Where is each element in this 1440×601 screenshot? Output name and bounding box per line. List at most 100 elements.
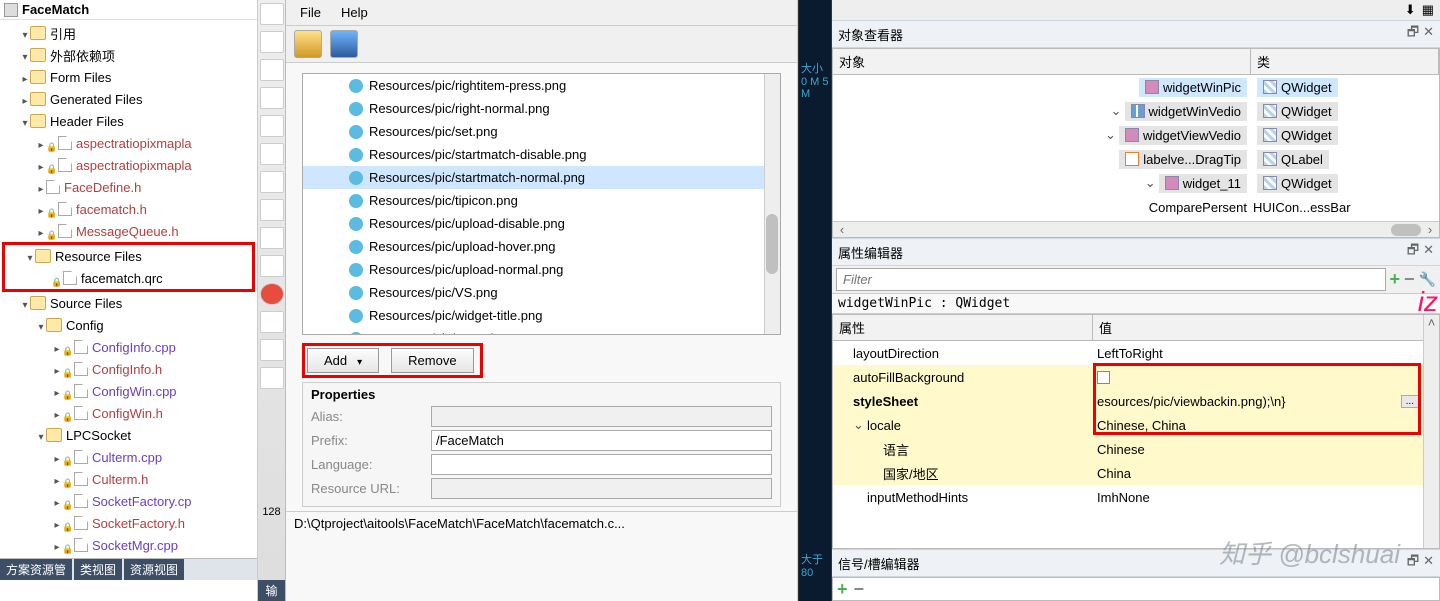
property-row[interactable]: layoutDirectionLeftToRight [833,341,1439,365]
remove-icon[interactable]: − [854,579,865,600]
expand-arrow-icon[interactable] [25,249,35,264]
inspector-row[interactable]: widgetViewVedioQWidget [833,123,1439,147]
expand-arrow-icon[interactable] [52,384,62,399]
tab-classview[interactable]: 类视图 [74,559,122,580]
resource-list-item[interactable]: Resources/pic/widget-title.png [303,304,780,327]
add-icon[interactable]: + [837,579,848,600]
resource-list-item[interactable]: Resources/pic/upload-normal.png [303,258,780,281]
layout-icon[interactable]: ▦ [1422,2,1434,18]
tree-item[interactable]: facematch.qrc [5,267,252,289]
toolbox-btn[interactable] [260,367,284,389]
scroll-left-icon[interactable]: ‹ [833,222,851,237]
toolbox-btn[interactable] [260,31,284,53]
record-icon[interactable] [260,283,284,305]
filter-input[interactable] [836,268,1386,291]
tree-item[interactable]: ConfigWin.cpp [0,380,257,402]
tree-item[interactable]: ConfigWin.h [0,402,257,424]
scroll-right-icon[interactable]: › [1421,222,1439,237]
expand-arrow-icon[interactable] [52,516,62,531]
toolbox-btn[interactable] [260,171,284,193]
resource-list-item[interactable]: Resources/pic/zoom in.png [303,327,780,335]
toolbox-btn[interactable] [260,59,284,81]
tree-item[interactable]: FaceDefine.h [0,176,257,198]
open-icon[interactable] [294,30,322,58]
resource-list-item[interactable]: Resources/pic/VS.png [303,281,780,304]
restore-icon[interactable]: 🗗 [1407,242,1419,257]
inspector-row[interactable]: labelve...DragTipQLabel [833,147,1439,171]
tree-item[interactable]: aspectratiopixmapla [0,132,257,154]
scrollbar-horizontal[interactable]: ‹ › [833,221,1439,237]
tree-item[interactable]: SocketFactory.h [0,512,257,534]
resource-list-item[interactable]: Resources/pic/upload-disable.png [303,212,780,235]
tree-item[interactable]: Config [0,314,257,336]
property-value[interactable]: ImhNone [1097,490,1150,505]
add-button[interactable]: Add [307,348,379,373]
expand-arrow-icon[interactable] [1111,103,1121,119]
expand-arrow-icon[interactable] [20,92,30,107]
expand-arrow-icon[interactable] [52,494,62,509]
expand-arrow-icon[interactable] [36,224,46,239]
close-icon[interactable]: ✕ [1423,553,1434,568]
toolbox-btn[interactable] [260,339,284,361]
property-row[interactable]: 语言Chinese [833,437,1439,461]
toolbox-btn[interactable] [260,143,284,165]
menu-help[interactable]: Help [335,4,374,21]
expand-arrow-icon[interactable] [853,417,863,433]
download-icon[interactable]: ⬇ [1405,2,1416,18]
scrollbar-vertical[interactable]: ˄ [1423,315,1439,548]
expand-arrow-icon[interactable] [20,296,30,311]
tree-item[interactable]: MessageQueue.h [0,220,257,242]
expand-arrow-icon[interactable] [52,472,62,487]
scrollbar-thumb[interactable] [766,214,778,274]
tree-item[interactable]: facematch.h [0,198,257,220]
toolbox-btn[interactable] [260,255,284,277]
close-icon[interactable]: ✕ [1423,242,1434,257]
expand-arrow-icon[interactable] [52,362,62,377]
property-row[interactable]: inputMethodHintsImhNone [833,485,1439,509]
toolbox-btn[interactable] [260,311,284,333]
inspector-row[interactable]: widget_11QWidget [833,171,1439,195]
object-inspector[interactable]: 对象 类 widgetWinPicQWidgetwidgetWinVedioQW… [832,48,1440,238]
expand-arrow-icon[interactable] [1105,127,1115,143]
resource-file-list[interactable]: Resources/pic/rightitem-press.pngResourc… [302,73,781,335]
inspector-row[interactable]: ComparePersentHUICon...essBar [833,195,1439,219]
property-table[interactable]: 属性 值 layoutDirectionLeftToRightautoFillB… [832,314,1440,549]
expand-arrow-icon[interactable] [20,70,30,85]
tree-item[interactable]: ConfigInfo.h [0,358,257,380]
toolbox-btn[interactable] [260,3,284,25]
resource-list-item[interactable]: Resources/pic/right-normal.png [303,97,780,120]
property-value[interactable]: Chinese [1097,442,1145,457]
expand-arrow-icon[interactable] [20,114,30,129]
tree-item[interactable]: Culterm.cpp [0,446,257,468]
project-tree[interactable]: 引用外部依赖项Form FilesGenerated FilesHeader F… [0,20,257,558]
tree-item[interactable]: Generated Files [0,88,257,110]
resource-list-item[interactable]: Resources/pic/rightitem-press.png [303,74,780,97]
expand-arrow-icon[interactable] [20,26,30,41]
tree-item[interactable]: ConfigInfo.cpp [0,336,257,358]
tree-item[interactable]: LPCSocket [0,424,257,446]
expand-arrow-icon[interactable] [36,202,46,217]
expand-arrow-icon[interactable] [52,340,62,355]
tree-item[interactable]: Source Files [0,292,257,314]
resource-list-item[interactable]: Resources/pic/tipicon.png [303,189,780,212]
tree-item[interactable]: Form Files [0,66,257,88]
toolbox-btn[interactable] [260,227,284,249]
property-row[interactable]: 国家/地区China [833,461,1439,485]
inspector-row[interactable]: widgetWinPicQWidget [833,75,1439,99]
resource-list-item[interactable]: Resources/pic/startmatch-normal.png [303,166,780,189]
resource-list-item[interactable]: Resources/pic/set.png [303,120,780,143]
tree-item[interactable]: 引用 [0,22,257,44]
toolbox-btn[interactable] [260,199,284,221]
project-bottom-tabs[interactable]: 方案资源管 类视图 资源视图 [0,558,257,580]
expand-arrow-icon[interactable] [20,48,30,63]
remove-icon[interactable]: − [1404,269,1415,290]
language-input[interactable] [431,454,772,475]
resource-list-item[interactable]: Resources/pic/upload-hover.png [303,235,780,258]
property-value[interactable]: China [1097,466,1131,481]
restore-icon[interactable]: 🗗 [1407,24,1419,39]
property-value[interactable]: LeftToRight [1097,346,1163,361]
expand-arrow-icon[interactable] [36,136,46,151]
tree-item[interactable]: SocketFactory.cp [0,490,257,512]
tab-solution[interactable]: 方案资源管 [0,559,72,580]
close-icon[interactable]: ✕ [1423,24,1434,39]
